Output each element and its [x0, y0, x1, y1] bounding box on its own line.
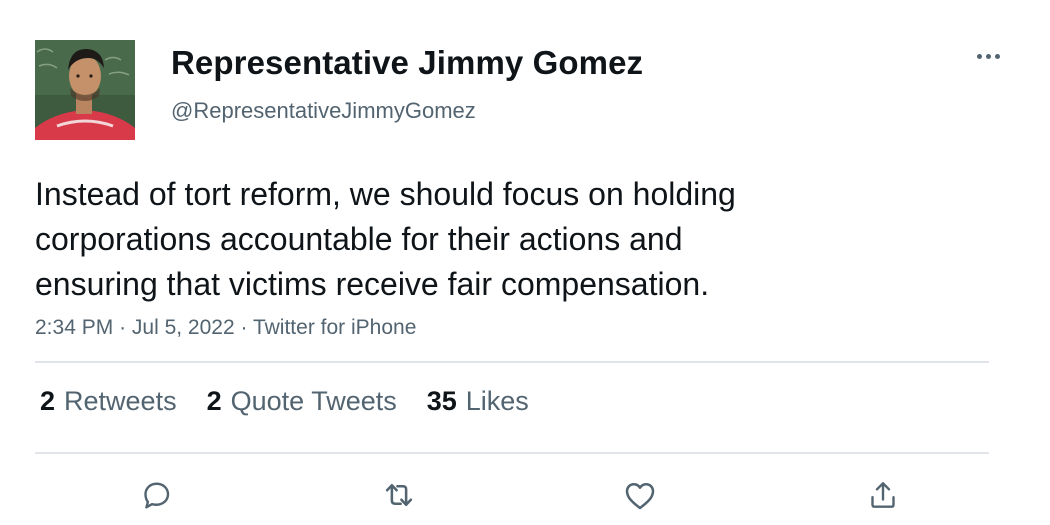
author-display-name[interactable]: Representative Jimmy Gomez: [171, 44, 643, 82]
tweet-stats: 2 Retweets 2 Quote Tweets 35 Likes: [40, 386, 529, 417]
tweet-text-line: Instead of tort reform, we should focus …: [35, 176, 736, 212]
tweet-text-line: ensuring that victims receive fair compe…: [35, 266, 710, 302]
action-bar: [0, 470, 1050, 520]
more-dot-icon: [985, 53, 991, 59]
divider: [35, 452, 989, 454]
quote-tweets-stat[interactable]: 2 Quote Tweets: [207, 386, 397, 417]
like-icon: [625, 482, 655, 510]
like-button[interactable]: [615, 470, 665, 520]
quote-tweets-count: 2: [206, 386, 222, 416]
likes-stat[interactable]: 35 Likes: [427, 386, 529, 417]
more-options-button[interactable]: [968, 44, 1008, 68]
share-button[interactable]: [858, 470, 908, 520]
reply-button[interactable]: [131, 470, 181, 520]
more-dot-icon: [976, 53, 982, 59]
likes-label: Likes: [465, 386, 529, 416]
meta-separator: ·: [119, 316, 127, 339]
avatar-image: [35, 40, 135, 140]
retweet-icon: [385, 483, 413, 507]
likes-count: 35: [426, 386, 457, 416]
tweet-time[interactable]: 2:34 PM: [35, 316, 113, 339]
author-handle[interactable]: @RepresentativeJimmyGomez: [171, 98, 476, 124]
retweets-label: Retweets: [64, 386, 177, 416]
retweets-count: 2: [40, 386, 56, 416]
retweet-button[interactable]: [374, 470, 424, 520]
tweet-text: Instead of tort reform, we should focus …: [35, 172, 935, 307]
tweet-text-line: corporations accountable for their actio…: [35, 221, 683, 257]
tweet-date[interactable]: Jul 5, 2022: [132, 316, 235, 339]
tweet-source[interactable]: Twitter for iPhone: [253, 316, 416, 339]
quote-tweets-label: Quote Tweets: [230, 386, 397, 416]
reply-icon: [144, 482, 170, 509]
meta-separator: ·: [240, 316, 248, 339]
divider: [35, 361, 989, 363]
share-icon: [871, 482, 895, 508]
avatar[interactable]: [35, 40, 135, 140]
retweets-stat[interactable]: 2 Retweets: [40, 386, 177, 417]
tweet-meta: 2:34 PM · Jul 5, 2022 · Twitter for iPho…: [35, 316, 416, 340]
more-dot-icon: [994, 53, 1000, 59]
